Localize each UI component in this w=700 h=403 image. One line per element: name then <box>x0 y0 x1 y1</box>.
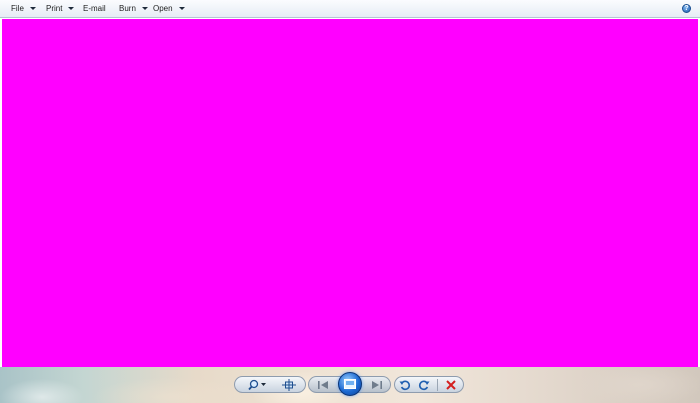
menu-print[interactable]: Print <box>46 0 75 17</box>
next-icon <box>372 381 382 389</box>
menu-email-label: E-mail <box>83 4 106 13</box>
slideshow-button[interactable] <box>338 372 362 396</box>
slideshow-icon <box>344 379 356 389</box>
rotate-counterclockwise-icon <box>399 380 411 391</box>
help-glyph: ? <box>684 5 689 12</box>
photo-display <box>2 19 698 367</box>
menu-file-label: File <box>11 4 24 13</box>
delete-icon <box>446 380 456 390</box>
menu-open[interactable]: Open <box>153 0 185 17</box>
bottom-toolbar <box>0 367 700 403</box>
chevron-down-icon <box>178 7 185 10</box>
rotate-clockwise-icon <box>418 380 430 391</box>
chevron-down-icon <box>141 7 148 10</box>
actual-size-button[interactable] <box>280 377 298 393</box>
menu-burn[interactable]: Burn <box>119 0 148 17</box>
delete-button[interactable] <box>442 377 460 393</box>
menu-open-label: Open <box>153 4 173 13</box>
help-icon[interactable]: ? <box>682 4 691 13</box>
toolbar-divider <box>437 379 438 391</box>
chevron-down-icon <box>29 7 36 10</box>
rotate-counterclockwise-button[interactable] <box>396 377 414 393</box>
picture-viewport <box>0 18 700 367</box>
previous-icon <box>318 381 328 389</box>
previous-button[interactable] <box>314 377 332 393</box>
menu-print-label: Print <box>46 4 63 13</box>
next-button[interactable] <box>368 377 386 393</box>
menu-bar: File Print E-mail Burn Open ? <box>0 0 700 18</box>
menu-burn-label: Burn <box>119 4 136 13</box>
menu-email[interactable]: E-mail <box>83 0 106 17</box>
zoom-button[interactable] <box>247 377 269 393</box>
zoom-icon <box>248 379 266 391</box>
rotate-clockwise-button[interactable] <box>415 377 433 393</box>
chevron-down-icon <box>68 7 75 10</box>
actual-size-icon <box>282 379 296 391</box>
menu-file[interactable]: File <box>11 0 36 17</box>
